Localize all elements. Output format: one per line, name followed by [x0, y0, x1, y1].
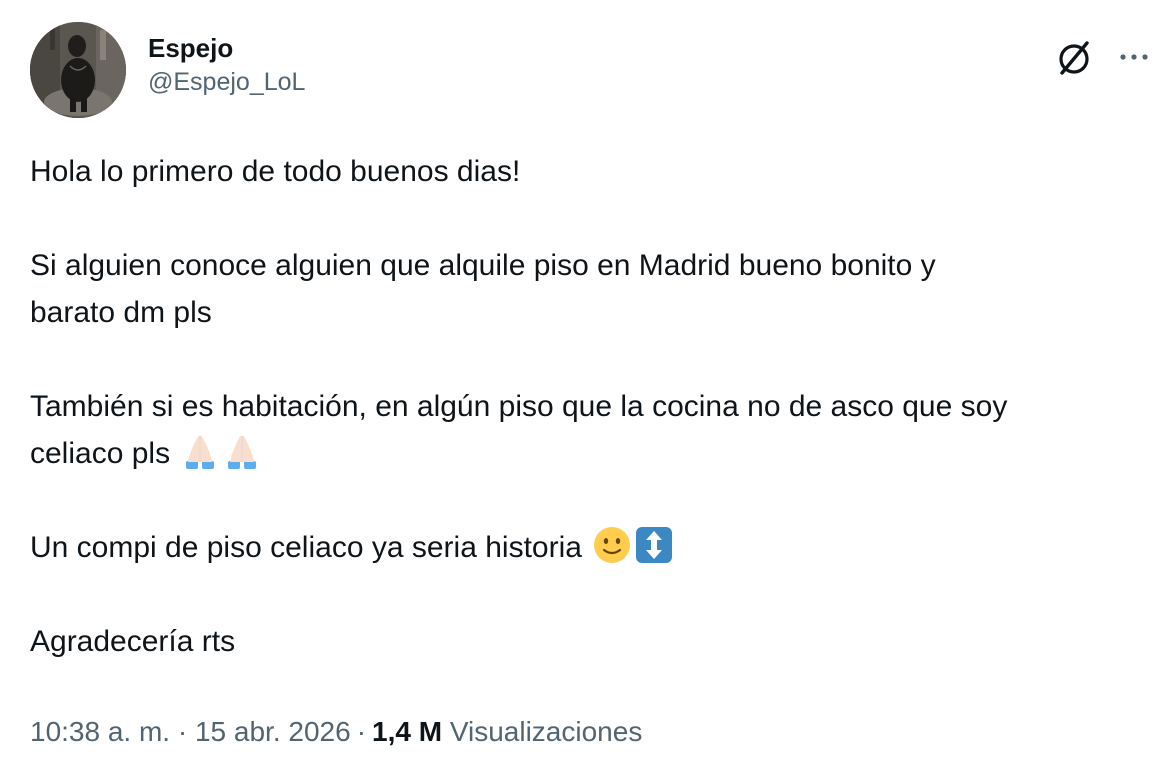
author-names: Espejo @Espejo_LoL	[148, 32, 305, 98]
tweet-paragraph-5: Agradecería rts	[30, 625, 236, 658]
tweet-paragraph-2-line-2: barato dm pls	[30, 296, 212, 329]
more-options-icon[interactable]	[1114, 42, 1154, 72]
grok-icon[interactable]	[1054, 38, 1094, 78]
tweet-paragraph-3-line-2: celiaco pls	[30, 437, 171, 470]
meta-separator: ·	[356, 716, 367, 747]
folded-hands-emoji-icon	[222, 431, 262, 471]
author-display-name[interactable]: Espejo	[148, 32, 305, 64]
views-label[interactable]: Visualizaciones	[450, 716, 643, 747]
tweet-paragraph-3-line-1: También si es habitación, en algún piso …	[30, 390, 1008, 423]
tweet-text: Hola lo primero de todo buenos dias! Si …	[30, 148, 1140, 665]
up-down-arrow-emoji-icon	[634, 525, 674, 565]
tweet-header: Espejo @Espejo_LoL	[30, 22, 1148, 122]
tweet-paragraph-2-line-1: Si alguien conoce alguien que alquile pi…	[30, 249, 936, 282]
slightly-smiling-face-emoji-icon	[592, 525, 632, 565]
tweet-time[interactable]: 10:38 a. m.	[30, 716, 170, 747]
tweet-metadata: 10:38 a. m. · 15 abr. 2026 · 1,4 M Visuali…	[30, 712, 642, 752]
author-handle[interactable]: @Espejo_LoL	[148, 66, 305, 98]
tweet-paragraph-1: Hola lo primero de todo buenos dias!	[30, 155, 521, 188]
avatar-image	[30, 22, 126, 118]
tweet-date[interactable]: 15 abr. 2026	[195, 716, 351, 747]
folded-hands-emoji-icon	[180, 431, 220, 471]
meta-separator: ·	[177, 716, 188, 747]
avatar[interactable]	[30, 22, 126, 118]
tweet-card: Espejo @Espejo_LoL Hola lo primero de to…	[0, 0, 1162, 776]
tweet-paragraph-4: Un compi de piso celiaco ya seria histor…	[30, 531, 582, 564]
tweet-paragraph-4-wrap: Un compi de piso celiaco ya seria histor…	[30, 524, 1140, 571]
tweet-paragraph-3-line-2-wrap: celiaco pls	[30, 430, 1140, 477]
views-count[interactable]: 1,4 M	[372, 716, 442, 747]
